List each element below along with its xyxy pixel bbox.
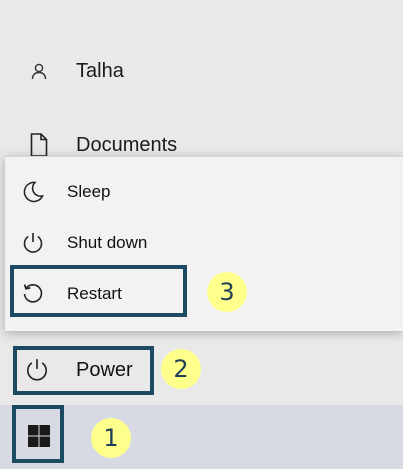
start-highlight-box (12, 405, 64, 463)
sleep-option[interactable]: Sleep (5, 169, 403, 215)
power-highlight-box (13, 346, 154, 395)
document-icon (28, 132, 50, 158)
start-menu: Talha Documents Sleep Shut down Restart … (0, 0, 403, 405)
power-icon (21, 231, 45, 255)
sleep-label: Sleep (67, 182, 111, 201)
step-1-badge: 1 (91, 418, 131, 458)
step-3-badge: 3 (207, 272, 247, 312)
restart-highlight-box (10, 265, 187, 317)
user-account-item[interactable]: Talha (0, 50, 403, 92)
moon-icon (21, 180, 45, 204)
user-name-label: Talha (76, 59, 124, 82)
shut-down-option[interactable]: Shut down (5, 220, 403, 266)
person-icon (28, 60, 50, 82)
step-2-badge: 2 (161, 349, 201, 389)
documents-label: Documents (76, 133, 178, 156)
shut-down-label: Shut down (67, 233, 148, 252)
